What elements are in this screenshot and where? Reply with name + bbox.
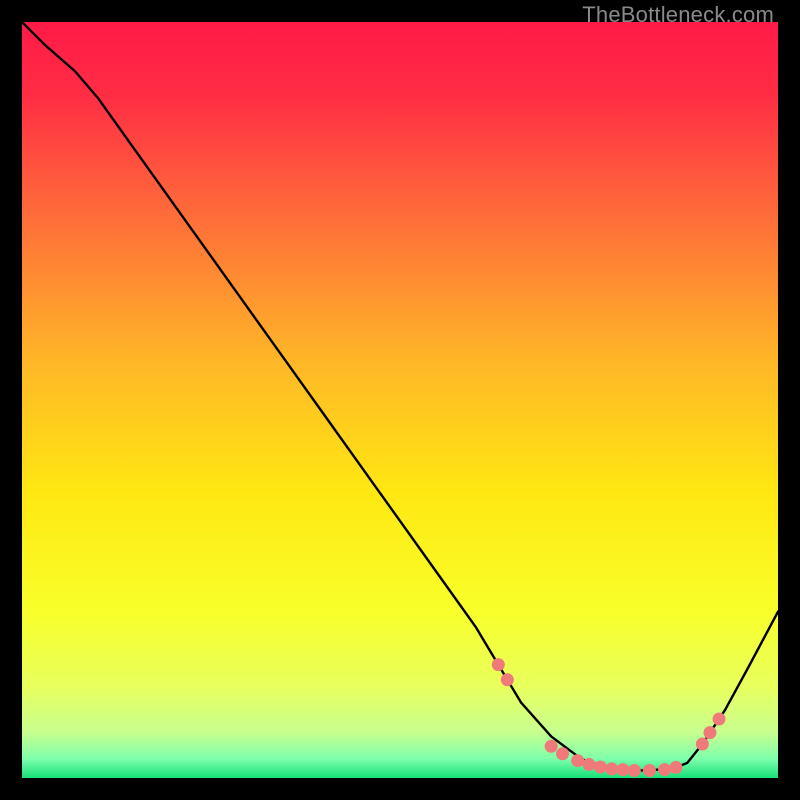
- marker-point: [571, 754, 584, 767]
- marker-point: [501, 673, 514, 686]
- marker-point: [605, 762, 618, 775]
- bottleneck-chart: [22, 22, 778, 778]
- watermark-text: TheBottleneck.com: [582, 2, 774, 28]
- marker-point: [703, 726, 716, 739]
- marker-point: [545, 740, 558, 753]
- chart-frame: [22, 22, 778, 778]
- marker-point: [556, 747, 569, 760]
- marker-point: [628, 764, 641, 777]
- marker-point: [492, 658, 505, 671]
- marker-point: [617, 763, 630, 776]
- gradient-fill: [22, 22, 778, 778]
- marker-point: [658, 763, 671, 776]
- marker-point: [594, 761, 607, 774]
- marker-point: [669, 761, 682, 774]
- marker-point: [713, 713, 726, 726]
- marker-point: [643, 764, 656, 777]
- marker-point: [583, 758, 596, 771]
- marker-point: [696, 737, 709, 750]
